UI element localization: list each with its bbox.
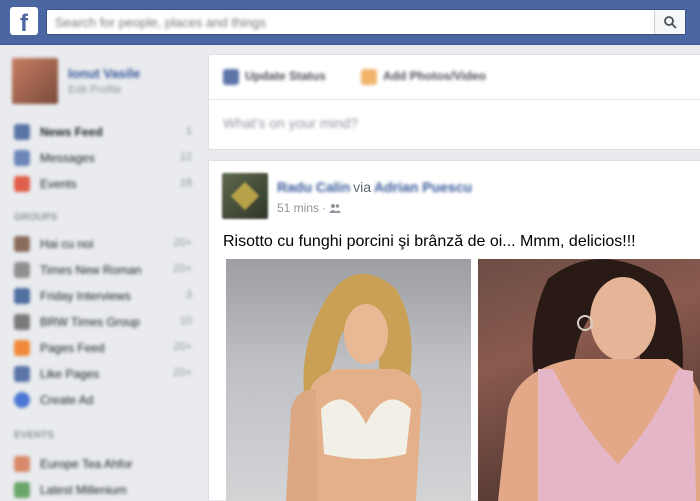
sidebar-item-group[interactable]: Hai cu noi 20+ — [14, 234, 192, 254]
update-status-tab[interactable]: Update Status — [223, 69, 326, 85]
facebook-logo-icon[interactable]: f — [10, 7, 38, 35]
search-icon — [664, 16, 677, 29]
meta-separator: · — [322, 201, 327, 215]
sidebar-item-group[interactable]: BRW Times Group 10 — [14, 312, 192, 332]
left-sidebar: Ionut Vasile Edit Profile News Feed 1 Me… — [0, 44, 205, 500]
pencil-icon — [223, 69, 239, 85]
post-timestamp[interactable]: 51 mins — [277, 201, 319, 215]
sidebar-item-create-ad[interactable]: Create Ad — [14, 390, 192, 410]
messages-icon — [14, 150, 30, 166]
event-icon — [14, 456, 30, 472]
via-name-link[interactable]: Adrian Puescu — [374, 179, 472, 195]
sidebar-item-news-feed[interactable]: News Feed 1 — [14, 122, 192, 142]
status-input[interactable]: What's on your mind? — [223, 115, 358, 131]
like-pages-icon — [14, 366, 30, 382]
profile-name-link[interactable]: Ionut Vasile — [68, 66, 140, 81]
sidebar-item-group[interactable]: Friday Interviews 3 — [14, 286, 192, 306]
feed-post: Radu Calin via Adrian Puescu 51 mins · Riso… — [208, 160, 700, 501]
add-photos-tab[interactable]: Add Photos/Video — [361, 69, 486, 85]
post-meta: 51 mins · — [277, 201, 342, 215]
edit-profile-link[interactable]: Edit Profile — [68, 84, 121, 96]
divider — [209, 99, 700, 100]
search-box[interactable] — [46, 9, 686, 35]
post-text: Risotto cu funghi porcini şi brânză de o… — [223, 233, 636, 250]
events-section-header: EVENTS — [14, 430, 55, 441]
post-photo[interactable] — [478, 259, 700, 501]
sidebar-item-like-pages[interactable]: Like Pages 20+ — [14, 364, 192, 384]
top-navigation-bar: f — [0, 0, 700, 45]
sidebar-item-group[interactable]: Times New Roman 20+ — [14, 260, 192, 280]
group-icon — [14, 262, 30, 278]
photo-illustration — [498, 259, 700, 501]
author-name-link[interactable]: Radu Calin — [277, 179, 350, 195]
via-label: via — [353, 179, 372, 195]
search-button[interactable] — [654, 10, 685, 34]
post-header: Radu Calin via Adrian Puescu — [277, 179, 472, 195]
group-icon — [14, 314, 30, 330]
sidebar-item-messages[interactable]: Messages 12 — [14, 148, 192, 168]
group-icon — [14, 288, 30, 304]
sidebar-item-pages-feed[interactable]: Pages Feed 20+ — [14, 338, 192, 358]
profile-avatar[interactable] — [12, 58, 58, 104]
pages-feed-icon — [14, 340, 30, 356]
create-ad-icon — [14, 392, 30, 408]
author-avatar[interactable] — [222, 173, 268, 219]
sidebar-item-events[interactable]: Events 18 — [14, 174, 192, 194]
sidebar-item-event[interactable]: Europe Tea Ahfor — [14, 454, 192, 474]
sidebar-item-event[interactable]: Latest Millenium — [14, 480, 192, 500]
search-input[interactable] — [47, 10, 663, 34]
status-composer: Update Status Add Photos/Video What's on… — [208, 54, 700, 150]
post-photo[interactable] — [226, 259, 471, 501]
groups-section-header: GROUPS — [14, 212, 58, 223]
event-icon — [14, 482, 30, 498]
group-icon — [14, 236, 30, 252]
events-icon — [14, 176, 30, 192]
camera-icon — [361, 69, 377, 85]
photo-illustration — [286, 273, 422, 501]
news-feed-icon — [14, 124, 30, 140]
friends-audience-icon[interactable] — [329, 203, 342, 213]
